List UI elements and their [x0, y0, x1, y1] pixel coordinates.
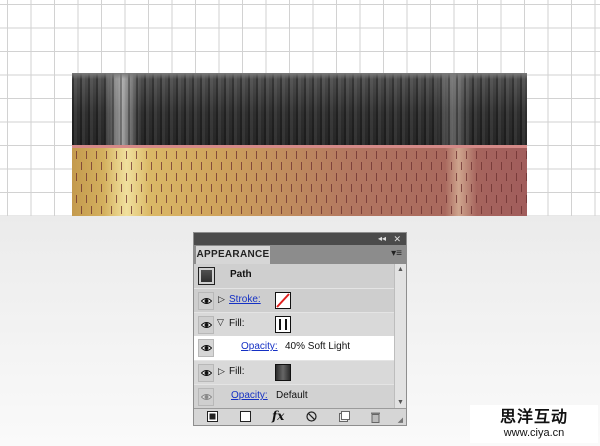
- fill-row-1[interactable]: ▽ Fill:: [194, 312, 394, 336]
- add-stroke-icon[interactable]: [207, 411, 218, 422]
- path-row[interactable]: Path: [194, 264, 394, 288]
- fx-icon[interactable]: fx: [272, 409, 284, 423]
- watermark-url: www.ciya.cn: [503, 427, 565, 439]
- fill2-gradient-swatch[interactable]: [275, 364, 291, 381]
- panel-tab-strip: APPEARANCE ▾≡: [194, 245, 406, 264]
- opacity1-visibility-toggle[interactable]: [198, 339, 214, 357]
- path-thumbnail-icon: [198, 267, 215, 285]
- stroke-none-swatch[interactable]: [275, 292, 291, 309]
- gradient-fill-band: [72, 148, 527, 216]
- close-panel-icon[interactable]: ✕: [393, 233, 401, 245]
- fill2-visibility-toggle[interactable]: [198, 364, 214, 382]
- watermark-cn-text: 思洋互动: [499, 407, 568, 426]
- artwork-shape[interactable]: [72, 73, 527, 216]
- dark-striped-band: [72, 73, 527, 145]
- eye-icon: [201, 345, 212, 351]
- opacity2-value: Default: [276, 390, 308, 401]
- stroke-label[interactable]: Stroke:: [229, 294, 261, 305]
- eye-icon: [201, 322, 212, 328]
- opacity2-visibility-toggle[interactable]: [198, 388, 214, 406]
- fill1-stripes-swatch[interactable]: [275, 316, 291, 333]
- appearance-panel: ◂◂ ✕ APPEARANCE ▾≡ Path ▷ Stroke: ▽ Fill…: [193, 232, 407, 426]
- eye-icon: [201, 298, 212, 304]
- fill1-label: Fill:: [229, 318, 245, 329]
- add-fill-icon[interactable]: [240, 411, 251, 422]
- stroke-expand-icon[interactable]: ▷: [218, 294, 225, 305]
- collapse-panel-icon[interactable]: ◂◂: [378, 233, 386, 245]
- scroll-up-icon[interactable]: ▲: [397, 266, 404, 273]
- opacity1-label[interactable]: Opacity:: [241, 341, 278, 352]
- fill2-label: Fill:: [229, 366, 245, 377]
- delete-item-icon[interactable]: [370, 411, 381, 423]
- opacity1-value: 40% Soft Light: [285, 341, 351, 352]
- object-opacity-row[interactable]: Opacity: Default: [194, 384, 394, 408]
- fill1-opacity-row[interactable]: Opacity: 40% Soft Light: [194, 336, 394, 360]
- panel-menu-icon[interactable]: ▾≡: [391, 247, 402, 261]
- site-watermark: 思洋互动 www.ciya.cn: [470, 405, 598, 443]
- fill1-visibility-toggle[interactable]: [198, 316, 214, 334]
- stripes-swatch-icon: [276, 317, 290, 332]
- fill1-collapse-icon[interactable]: ▽: [217, 317, 224, 328]
- duplicate-item-icon[interactable]: [339, 411, 350, 422]
- clear-appearance-icon[interactable]: [306, 411, 317, 422]
- appearance-list: Path ▷ Stroke: ▽ Fill: Opacity: 40% Soft…: [194, 264, 394, 408]
- panel-bottom-toolbar: fx ◢: [194, 408, 406, 425]
- opacity2-label[interactable]: Opacity:: [231, 390, 268, 401]
- eye-icon: [201, 394, 212, 400]
- eye-icon: [201, 370, 212, 376]
- dash-pattern: [72, 148, 527, 216]
- fill-row-2[interactable]: ▷ Fill:: [194, 360, 394, 384]
- stroke-row[interactable]: ▷ Stroke:: [194, 288, 394, 312]
- path-label: Path: [230, 269, 252, 280]
- scroll-down-icon[interactable]: ▼: [397, 399, 404, 406]
- panel-title-bar[interactable]: ◂◂ ✕: [194, 233, 406, 245]
- fill2-expand-icon[interactable]: ▷: [218, 366, 225, 377]
- panel-scrollbar[interactable]: ▲ ▼: [394, 264, 406, 408]
- resize-grip-icon[interactable]: ◢: [398, 416, 403, 424]
- tab-appearance[interactable]: APPEARANCE: [196, 246, 270, 264]
- none-swatch-icon: [276, 293, 290, 308]
- stroke-visibility-toggle[interactable]: [198, 292, 214, 310]
